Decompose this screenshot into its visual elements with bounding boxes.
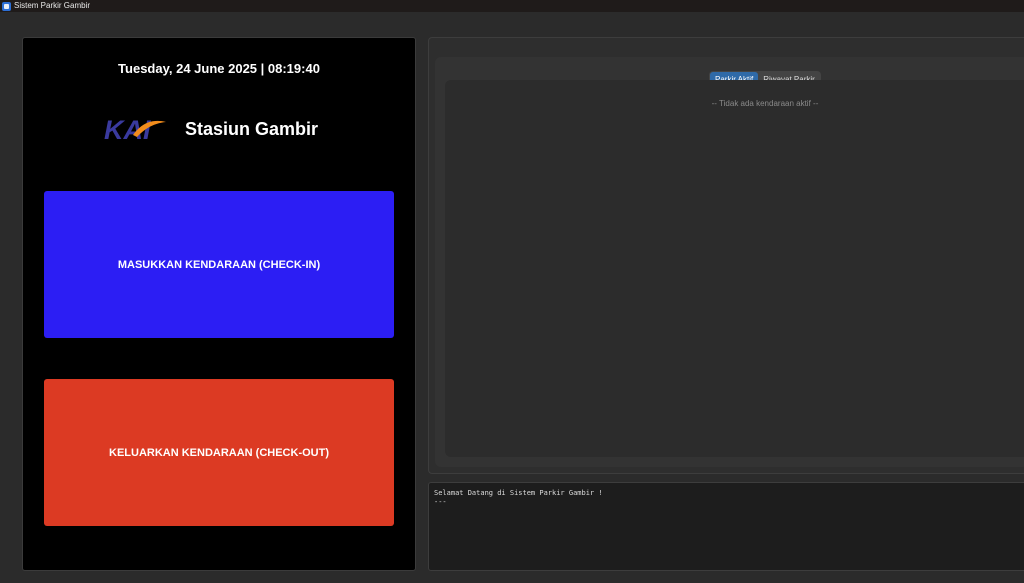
window-title: Sistem Parkir Gambir [14, 1, 91, 10]
empty-list-message: -- Tidak ada kendaraan aktif -- [711, 99, 819, 108]
station-name: Stasiun Gambir [185, 118, 319, 139]
right-panel: Parkir Aktif Riwayat Parkir -- Tidak ada… [428, 37, 1024, 474]
app-window: Tuesday, 24 June 2025 | 08:19:40 KAI Sta… [0, 12, 1024, 583]
datetime-display: Tuesday, 24 June 2025 | 08:19:40 [118, 61, 320, 76]
log-text: Selamat Datang di Sistem Parkir Gambir !… [434, 489, 603, 506]
app-window-icon [2, 1, 11, 11]
window-titlebar: Sistem Parkir Gambir [0, 0, 1024, 12]
brand-header: KAI Stasiun Gambir [103, 114, 318, 144]
checkout-button[interactable]: KELUARKAN KENDARAAN (CHECK-OUT) [44, 379, 394, 526]
parking-tabview: Parkir Aktif Riwayat Parkir -- Tidak ada… [435, 57, 1024, 467]
left-panel: Tuesday, 24 June 2025 | 08:19:40 KAI Sta… [22, 37, 416, 571]
kai-logo: KAI [104, 115, 166, 144]
active-parking-list: -- Tidak ada kendaraan aktif -- [445, 80, 1024, 457]
checkin-button[interactable]: MASUKKAN KENDARAAN (CHECK-IN) [44, 191, 394, 338]
log-textbox[interactable]: Selamat Datang di Sistem Parkir Gambir !… [428, 482, 1024, 571]
